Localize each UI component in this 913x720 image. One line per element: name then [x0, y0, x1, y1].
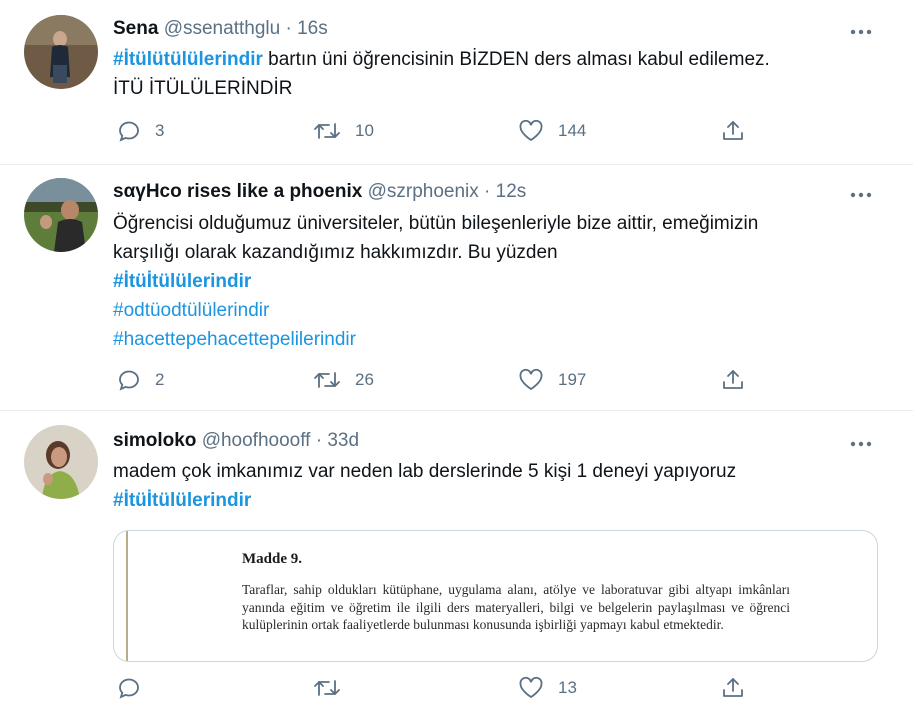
- timestamp[interactable]: 16s: [297, 18, 328, 39]
- tweet-header: Sena @ssenatthglu · 16s: [113, 17, 328, 41]
- hashtag-link[interactable]: #İtülütülülerindir: [113, 49, 263, 70]
- handle[interactable]: @ssenatthglu: [164, 18, 280, 39]
- tweet-2[interactable]: sαγΗco rises like a phoenix @szrphoenix …: [0, 165, 913, 411]
- like-icon: [519, 368, 543, 391]
- more-icon[interactable]: [849, 432, 873, 456]
- like-count: 144: [558, 121, 587, 140]
- share-icon: [723, 370, 743, 389]
- retweet-icon: [314, 123, 340, 139]
- reply-icon: [119, 370, 139, 391]
- tweet-text-line: madem çok imkanımız var neden lab dersle…: [113, 461, 737, 482]
- reply-icon: [119, 678, 139, 699]
- tweet-text-line: karşılığı olarak kazandığımız hakkımızdı…: [113, 242, 558, 263]
- tweet-header: sαγΗco rises like a phoenix @szrphoenix …: [113, 180, 526, 204]
- tweet-text: #İtülütülülerindir bartın üni öğrencisin…: [113, 45, 893, 103]
- retweet-count: 10: [355, 121, 374, 140]
- tweet-actions: 13: [113, 676, 753, 706]
- like-icon: [519, 119, 543, 142]
- handle[interactable]: @szrphoenix: [368, 181, 479, 202]
- reply-button[interactable]: 3: [117, 119, 164, 143]
- avatar[interactable]: [24, 178, 98, 252]
- share-button[interactable]: [721, 119, 745, 143]
- tweet-text-line: bartın üni öğrencisinin BİZDEN ders alma…: [262, 49, 770, 70]
- like-icon: [519, 676, 543, 699]
- hashtag-link[interactable]: #odtüodtülülerindir: [113, 296, 893, 325]
- like-button[interactable]: 13: [518, 676, 577, 700]
- more-icon[interactable]: [849, 183, 873, 207]
- separator: ·: [484, 181, 491, 202]
- separator: ·: [315, 430, 323, 451]
- retweet-button[interactable]: [313, 676, 355, 700]
- display-name[interactable]: Sena: [113, 18, 158, 39]
- media-image[interactable]: Madde 9. Taraflar, sahip oldukları kütüp…: [113, 530, 878, 662]
- retweet-icon: [314, 680, 340, 696]
- reply-count: 2: [155, 370, 165, 389]
- like-count: 197: [558, 370, 587, 389]
- timestamp[interactable]: 12s: [496, 181, 527, 202]
- handle[interactable]: @hoofhoooff: [202, 430, 311, 451]
- tweet-actions: 3 10 144: [113, 119, 753, 149]
- tweet-text: Öğrencisi olduğumuz üniversiteler, bütün…: [113, 209, 893, 354]
- tweet-text: madem çok imkanımız var neden lab dersle…: [113, 457, 893, 515]
- share-button[interactable]: [721, 676, 745, 700]
- document-margin-line: [126, 531, 128, 661]
- hashtag-link[interactable]: #İtüİtülülerindir: [113, 267, 893, 296]
- retweet-count: 26: [355, 370, 374, 389]
- display-name[interactable]: simoloko: [113, 430, 196, 451]
- tweet-1[interactable]: Sena @ssenatthglu · 16s #İtülütülülerind…: [0, 0, 913, 165]
- tweet-text-line: Öğrencisi olduğumuz üniversiteler, bütün…: [113, 213, 759, 234]
- like-count: 13: [558, 678, 577, 697]
- like-button[interactable]: 197: [518, 368, 586, 392]
- document-paragraph: Taraflar, sahip oldukları kütüphane, uyg…: [242, 582, 790, 632]
- display-name[interactable]: sαγΗco rises like a phoenix: [113, 181, 362, 202]
- share-button[interactable]: [721, 368, 745, 392]
- separator: ·: [285, 18, 292, 39]
- like-button[interactable]: 144: [518, 119, 586, 143]
- reply-count: 3: [155, 121, 165, 140]
- reply-icon: [119, 121, 139, 142]
- tweet-actions: 2 26 197: [113, 368, 753, 398]
- retweet-icon: [314, 372, 340, 388]
- timestamp[interactable]: 33d: [327, 430, 359, 451]
- retweet-button[interactable]: 10: [313, 119, 374, 143]
- reply-button[interactable]: 2: [117, 368, 164, 392]
- document-heading: Madde 9.: [242, 551, 302, 567]
- hashtag-link[interactable]: #hacettepehacettepelilerindir: [113, 325, 893, 354]
- tweet-text-line: İTÜ İTÜLÜLERİNDİR: [113, 78, 293, 99]
- share-icon: [723, 121, 743, 140]
- hashtag-link[interactable]: #İtüİtülülerindir: [113, 486, 893, 515]
- share-icon: [723, 678, 743, 697]
- more-icon[interactable]: [849, 20, 873, 44]
- avatar[interactable]: [24, 15, 98, 89]
- reply-button[interactable]: [117, 676, 155, 700]
- tweet-header: simoloko @hoofhoooff · 33d: [113, 429, 359, 453]
- retweet-button[interactable]: 26: [313, 368, 374, 392]
- avatar[interactable]: [24, 425, 98, 499]
